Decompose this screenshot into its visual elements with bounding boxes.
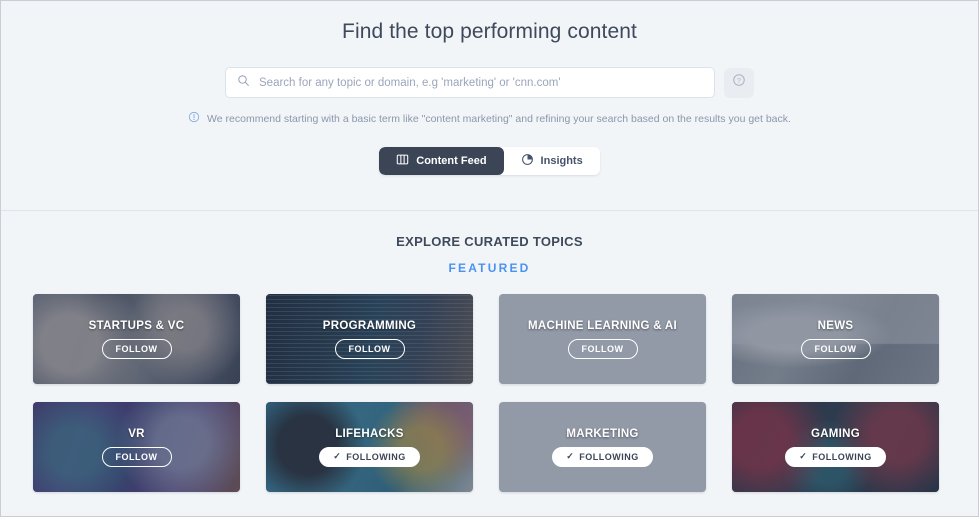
tab-insights[interactable]: Insights — [503, 147, 600, 175]
topics-heading: EXPLORE CURATED TOPICS — [396, 234, 583, 249]
follow-button[interactable]: FOLLOW — [567, 338, 638, 359]
topic-card[interactable]: MARKETING ✓ FOLLOWING — [499, 402, 706, 492]
topic-card[interactable]: PROGRAMMING FOLLOW — [266, 294, 473, 384]
topic-card-button-label: FOLLOWING — [812, 451, 872, 462]
check-icon: ✓ — [333, 451, 342, 461]
search-icon — [237, 74, 250, 92]
topic-card-title: STARTUPS & VC — [88, 319, 185, 332]
hero-section: Find the top performing content ? — [1, 1, 978, 211]
curated-topics-section: EXPLORE CURATED TOPICS FEATURED STARTUPS… — [1, 211, 978, 492]
topic-card-button-label: FOLLOW — [814, 343, 857, 354]
topic-card-title: MARKETING — [566, 427, 639, 440]
following-button[interactable]: ✓ FOLLOWING — [319, 446, 420, 467]
topic-card-title: MACHINE LEARNING & AI — [528, 319, 677, 332]
topic-card-button-label: FOLLOW — [115, 343, 158, 354]
topic-card-button-label: FOLLOW — [115, 451, 158, 462]
topic-card-title: NEWS — [817, 319, 854, 332]
topic-card-title: PROGRAMMING — [322, 319, 417, 332]
topic-card-title: GAMING — [810, 427, 861, 440]
page-title: Find the top performing content — [342, 20, 637, 43]
follow-button[interactable]: FOLLOW — [101, 446, 172, 467]
topic-card-button-label: FOLLOW — [581, 343, 624, 354]
search-row: ? — [1, 67, 978, 98]
tab-content-feed-label: Content Feed — [416, 155, 487, 167]
topic-card-button-label: FOLLOW — [348, 343, 391, 354]
topic-card[interactable]: STARTUPS & VC FOLLOW — [33, 294, 240, 384]
search-box[interactable] — [225, 67, 715, 98]
question-circle-icon: ? — [732, 73, 746, 92]
follow-button[interactable]: FOLLOW — [101, 338, 172, 359]
search-hint: We recommend starting with a basic term … — [1, 110, 978, 128]
topic-discovery-page: Find the top performing content ? — [0, 0, 979, 517]
follow-button[interactable]: FOLLOW — [800, 338, 871, 359]
topics-subheading: FEATURED — [448, 261, 531, 275]
search-input[interactable] — [259, 76, 703, 89]
check-icon: ✓ — [566, 451, 575, 461]
info-circle-icon — [188, 110, 200, 128]
tab-content-feed[interactable]: Content Feed — [379, 147, 504, 175]
topic-card-button-label: FOLLOWING — [346, 451, 406, 462]
topic-card-title: LIFEHACKS — [335, 427, 404, 440]
panel-columns-icon — [396, 153, 409, 169]
tab-insights-label: Insights — [540, 155, 583, 167]
help-button[interactable]: ? — [724, 67, 754, 98]
topic-card[interactable]: NEWS FOLLOW — [732, 294, 939, 384]
follow-button[interactable]: FOLLOW — [334, 338, 405, 359]
topic-card[interactable]: GAMING ✓ FOLLOWING — [732, 402, 939, 492]
topic-card-button-label: FOLLOWING — [579, 451, 639, 462]
following-button[interactable]: ✓ FOLLOWING — [552, 446, 653, 467]
svg-text:?: ? — [737, 78, 741, 85]
search-hint-text: We recommend starting with a basic term … — [207, 113, 791, 125]
pie-chart-icon — [521, 153, 534, 169]
following-button[interactable]: ✓ FOLLOWING — [785, 446, 886, 467]
check-icon: ✓ — [799, 451, 808, 461]
view-tabs: Content Feed Insights — [1, 147, 978, 175]
topic-card[interactable]: VR FOLLOW — [33, 402, 240, 492]
topic-card-grid: STARTUPS & VC FOLLOW PROGRAMMING FOLLOW MACH… — [33, 294, 946, 492]
topic-card[interactable]: MACHINE LEARNING & AI FOLLOW — [499, 294, 706, 384]
topic-card[interactable]: LIFEHACKS ✓ FOLLOWING — [266, 402, 473, 492]
topic-card-title: VR — [128, 427, 145, 440]
